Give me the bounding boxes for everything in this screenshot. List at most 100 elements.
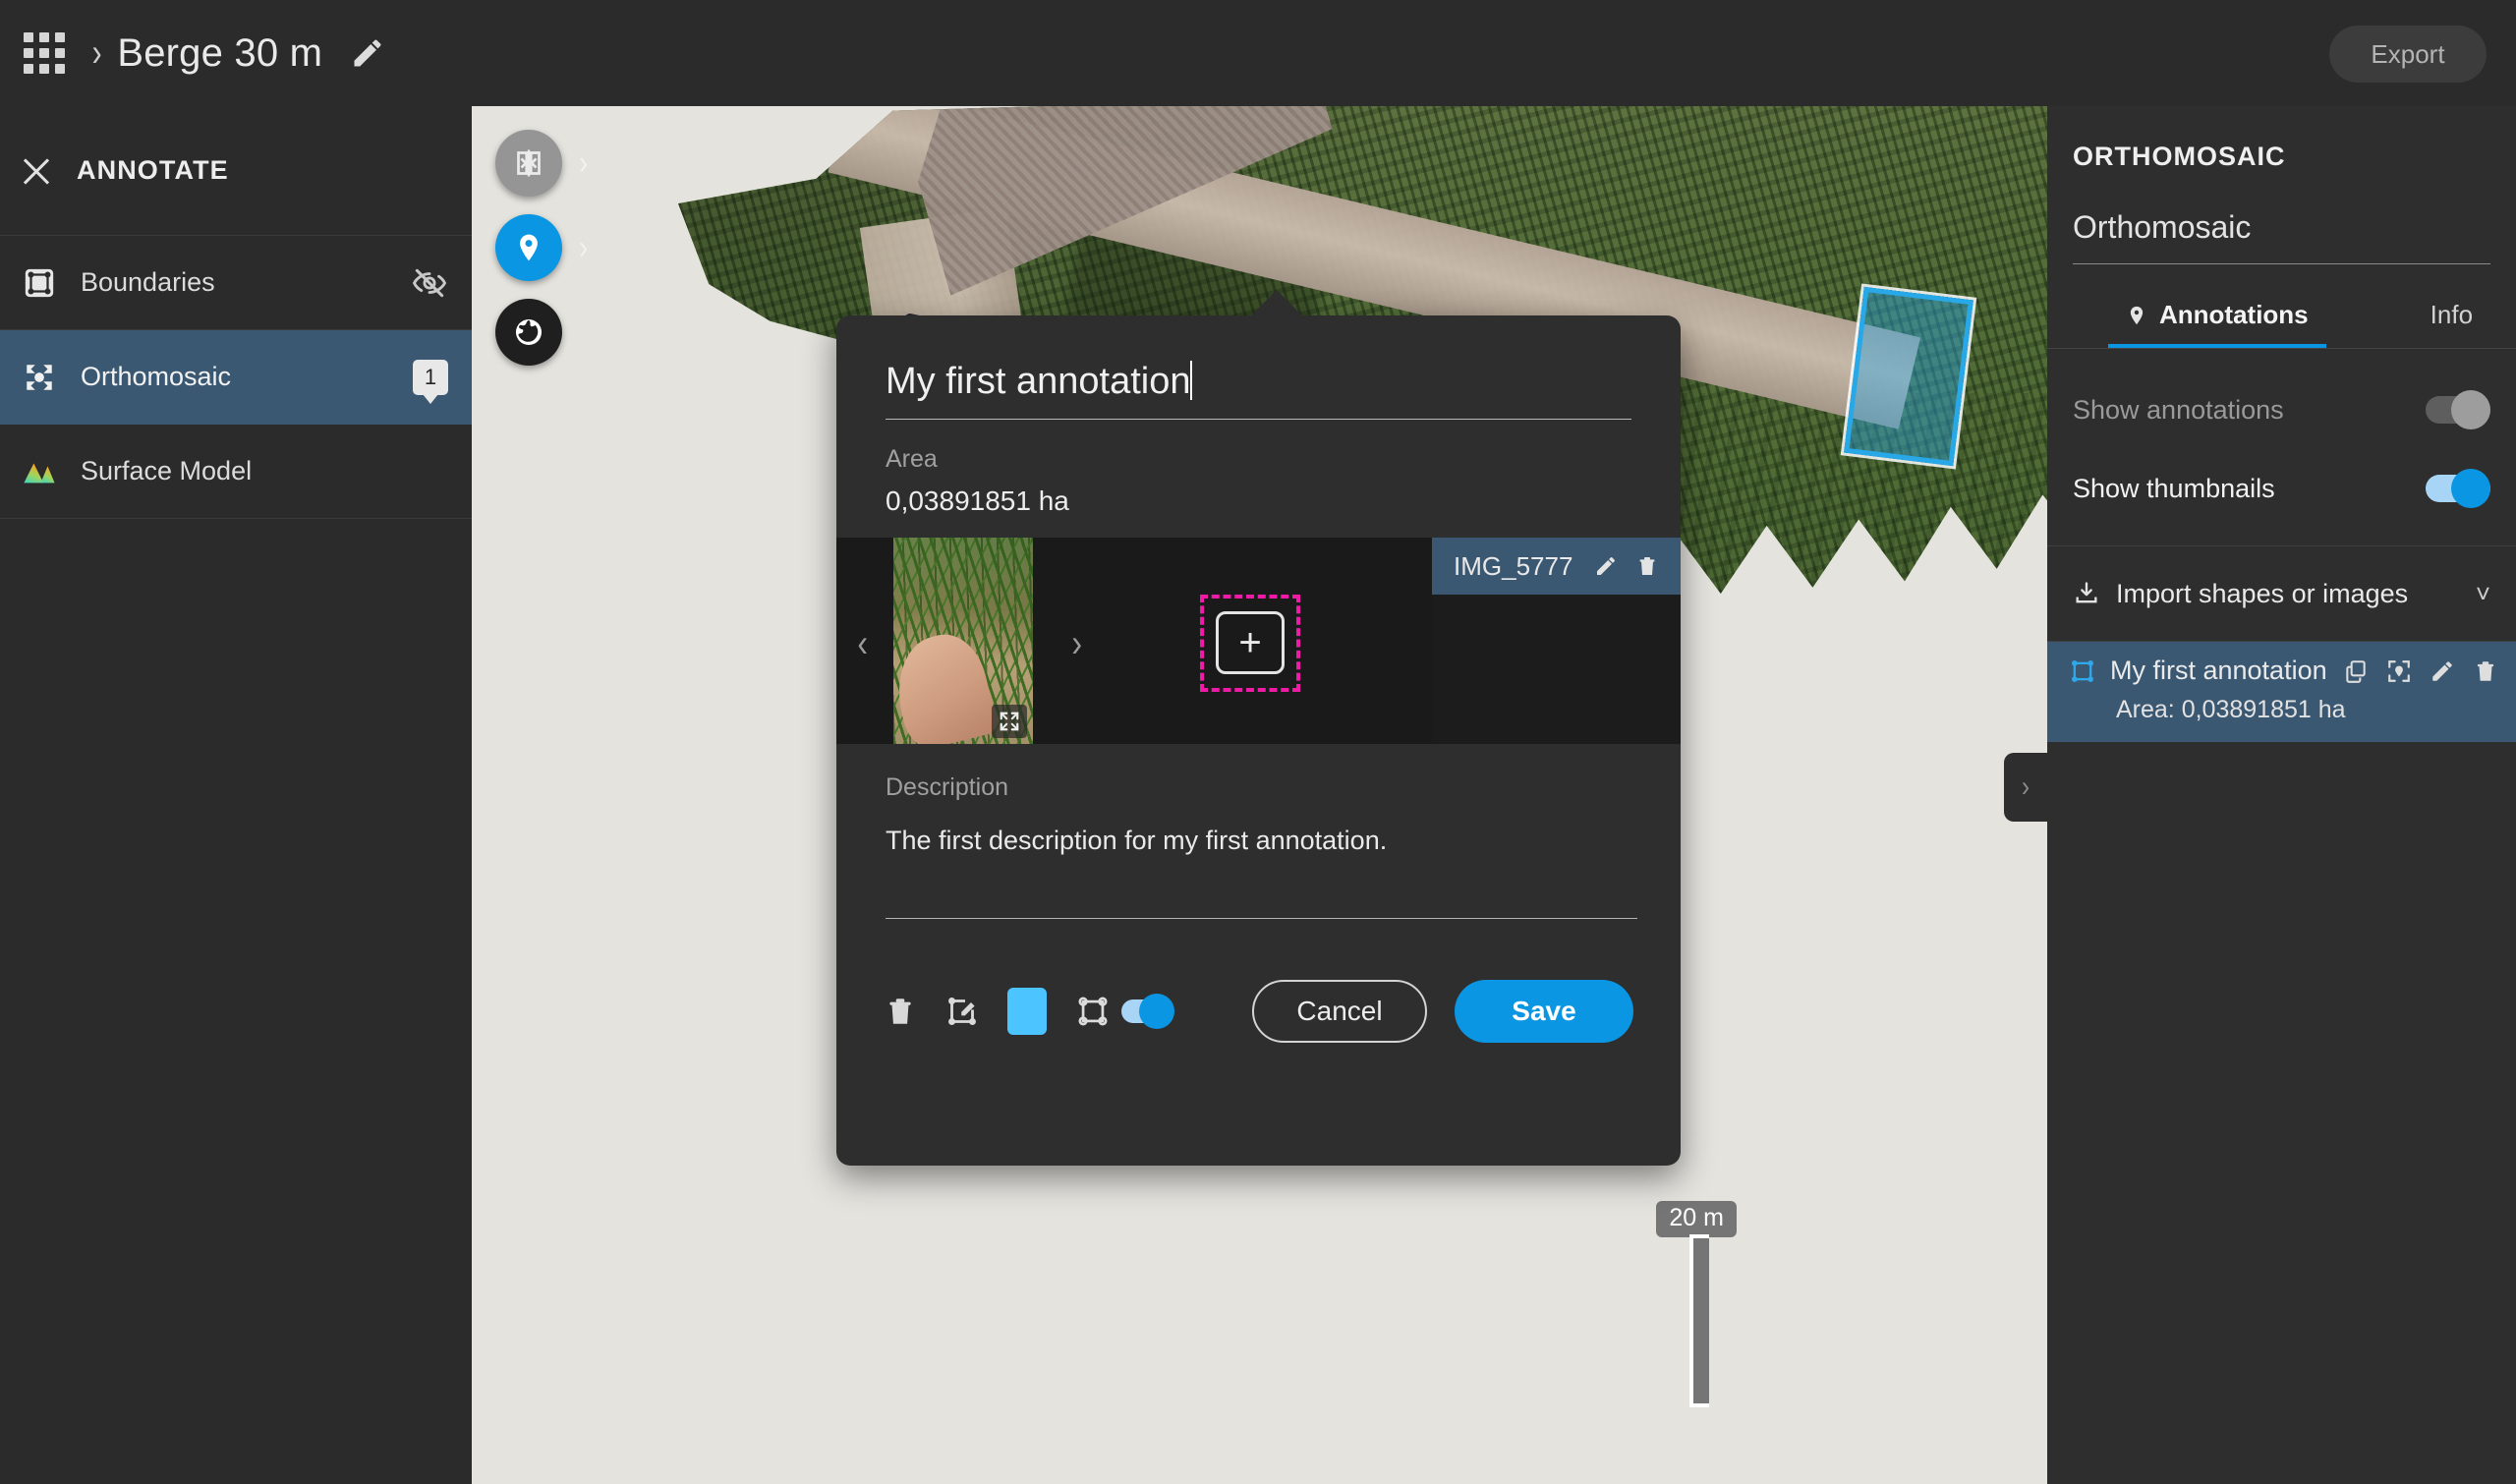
surface-model-icon xyxy=(20,455,59,488)
annotation-edit-dialog: My first annotation Area 0,03891851 ha ‹… xyxy=(836,290,1681,1166)
annotation-area: Area: 0,03891851 ha xyxy=(2116,696,2346,723)
right-panel-tabs: Annotations Info xyxy=(2047,264,2516,348)
import-shapes-button[interactable]: Import shapes or images ˅ xyxy=(2047,546,2516,641)
input-underline xyxy=(886,918,1637,919)
split-view-tool-row: › xyxy=(495,130,589,197)
import-label: Import shapes or images xyxy=(2116,578,2409,608)
edit-shape-icon[interactable] xyxy=(944,994,980,1029)
shape-visibility-toggle[interactable] xyxy=(1076,994,1174,1029)
chevron-right-icon: › xyxy=(2022,771,2030,803)
tab-annotations[interactable]: Annotations xyxy=(2108,300,2326,348)
export-button[interactable]: Export xyxy=(2329,26,2487,83)
sidebar-item-label: Boundaries xyxy=(81,267,215,297)
shape-toggle-switch[interactable] xyxy=(1121,994,1174,1029)
map-pin-icon[interactable] xyxy=(495,214,562,281)
chevron-right-icon[interactable]: › xyxy=(579,229,588,267)
sidebar-item-label: Surface Model xyxy=(81,456,253,485)
cancel-button[interactable]: Cancel xyxy=(1252,980,1427,1043)
map-pin-tool-row: › xyxy=(495,214,589,281)
annotate-header: ANNOTATE xyxy=(0,106,472,236)
upload-icon xyxy=(2073,580,2100,607)
pencil-icon[interactable] xyxy=(2430,658,2455,684)
description-input[interactable]: The first description for my first annot… xyxy=(886,826,1387,856)
right-panel: ORTHOMOSAIC Orthomosaic Annotations Info… xyxy=(2047,106,2516,1484)
show-thumbnails-toggle[interactable] xyxy=(2426,469,2490,508)
split-view-icon[interactable] xyxy=(495,130,562,197)
grid-apps-icon[interactable] xyxy=(24,32,65,74)
map-scale-bar: 20 m xyxy=(1656,1201,1737,1407)
page-title: Berge 30 m xyxy=(117,30,323,75)
annotation-name-input[interactable]: My first annotation xyxy=(886,361,1190,403)
image-gallery: ‹ › + IMG_5777 xyxy=(836,538,1681,744)
show-thumbnails-label: Show thumbnails xyxy=(2073,473,2275,503)
close-icon[interactable] xyxy=(20,154,53,188)
trash-icon[interactable] xyxy=(884,995,917,1028)
list-item[interactable]: My first annotation Area: 0,03891851 ha xyxy=(2047,642,2516,742)
scale-label: 20 m xyxy=(1656,1201,1737,1237)
gallery-strip: ‹ › + xyxy=(836,538,1432,744)
photo-thumbnail[interactable] xyxy=(893,538,1033,744)
polygon-icon xyxy=(2069,657,2096,685)
image-list-item[interactable]: IMG_5777 xyxy=(1432,538,1681,595)
chevron-right-icon[interactable]: › xyxy=(579,144,588,183)
trash-icon[interactable] xyxy=(2473,658,2498,684)
chevron-right-icon[interactable]: › xyxy=(1071,622,1082,666)
text-caret xyxy=(1190,361,1193,400)
boundaries-icon xyxy=(20,266,59,300)
show-annotations-label: Show annotations xyxy=(2073,394,2284,425)
breadcrumb-separator: › xyxy=(91,31,102,75)
description-label: Description xyxy=(886,773,1009,801)
orthomosaic-icon xyxy=(20,361,59,394)
top-bar: › Berge 30 m Export xyxy=(0,0,2516,106)
status-badge: 1 xyxy=(413,359,448,404)
eye-off-icon[interactable] xyxy=(411,264,448,302)
app-root: › Berge 30 m Export ANNOTATE Boundaries xyxy=(0,0,2516,1484)
tab-label: Annotations xyxy=(2159,300,2309,329)
sidebar-item-orthomosaic[interactable]: Orthomosaic 1 xyxy=(0,330,472,425)
trash-icon[interactable] xyxy=(1635,554,1659,578)
save-button[interactable]: Save xyxy=(1455,980,1633,1043)
globe-tool-row xyxy=(495,299,589,366)
polygon-icon xyxy=(1076,995,1110,1028)
expand-icon[interactable] xyxy=(992,705,1027,738)
dialog-title-wrap: My first annotation xyxy=(836,315,1681,403)
thumbnail-content xyxy=(893,626,1000,744)
gallery-right-pane xyxy=(1432,595,1681,744)
sidebar-item-boundaries[interactable]: Boundaries xyxy=(0,236,472,330)
pencil-icon[interactable] xyxy=(1594,554,1618,578)
left-sidebar: ANNOTATE Boundaries Orthomosaic 1 Surfac… xyxy=(0,106,472,1484)
image-name: IMG_5777 xyxy=(1454,550,1573,581)
chevron-left-icon[interactable]: ‹ xyxy=(857,622,868,666)
dialog-footer: Cancel Save xyxy=(836,952,1681,1070)
map-pin-icon xyxy=(2126,302,2147,329)
annotation-actions xyxy=(2343,658,2498,684)
pencil-icon[interactable] xyxy=(350,35,385,71)
selected-polygon[interactable] xyxy=(1844,286,1973,467)
tab-info[interactable]: Info xyxy=(2430,300,2473,348)
right-panel-title: ORTHOMOSAIC xyxy=(2073,142,2286,171)
annotation-name: My first annotation xyxy=(2110,656,2327,685)
sidebar-item-surface-model[interactable]: Surface Model xyxy=(0,425,472,519)
panel-collapse-toggle[interactable]: › xyxy=(2004,753,2047,822)
show-thumbnails-row: Show thumbnails xyxy=(2047,449,2516,528)
copy-icon[interactable] xyxy=(2343,658,2369,684)
plus-glyph: + xyxy=(1238,621,1262,664)
area-value: 0,03891851 ha xyxy=(886,485,1069,516)
image-actions xyxy=(1594,554,1659,578)
color-swatch[interactable] xyxy=(1007,988,1047,1035)
sidebar-item-label: Orthomosaic xyxy=(81,362,232,391)
annotation-item-header: My first annotation xyxy=(2069,656,2498,686)
tab-label: Info xyxy=(2430,300,2474,329)
tabs-underline xyxy=(2047,348,2516,349)
show-annotations-row: Show annotations xyxy=(2047,371,2516,449)
area-label: Area xyxy=(886,445,938,473)
locate-icon[interactable] xyxy=(2386,658,2412,684)
map-tool-buttons: › › xyxy=(495,130,589,383)
chevron-down-icon[interactable]: ˅ xyxy=(2476,579,2490,609)
show-annotations-toggle[interactable] xyxy=(2426,390,2490,429)
globe-icon[interactable] xyxy=(495,299,562,366)
right-panel-subtitle: Orthomosaic xyxy=(2073,209,2252,245)
annotate-title: ANNOTATE xyxy=(77,155,229,185)
add-photo-icon[interactable]: + xyxy=(1216,611,1285,674)
scale-rule xyxy=(1689,1234,1710,1407)
